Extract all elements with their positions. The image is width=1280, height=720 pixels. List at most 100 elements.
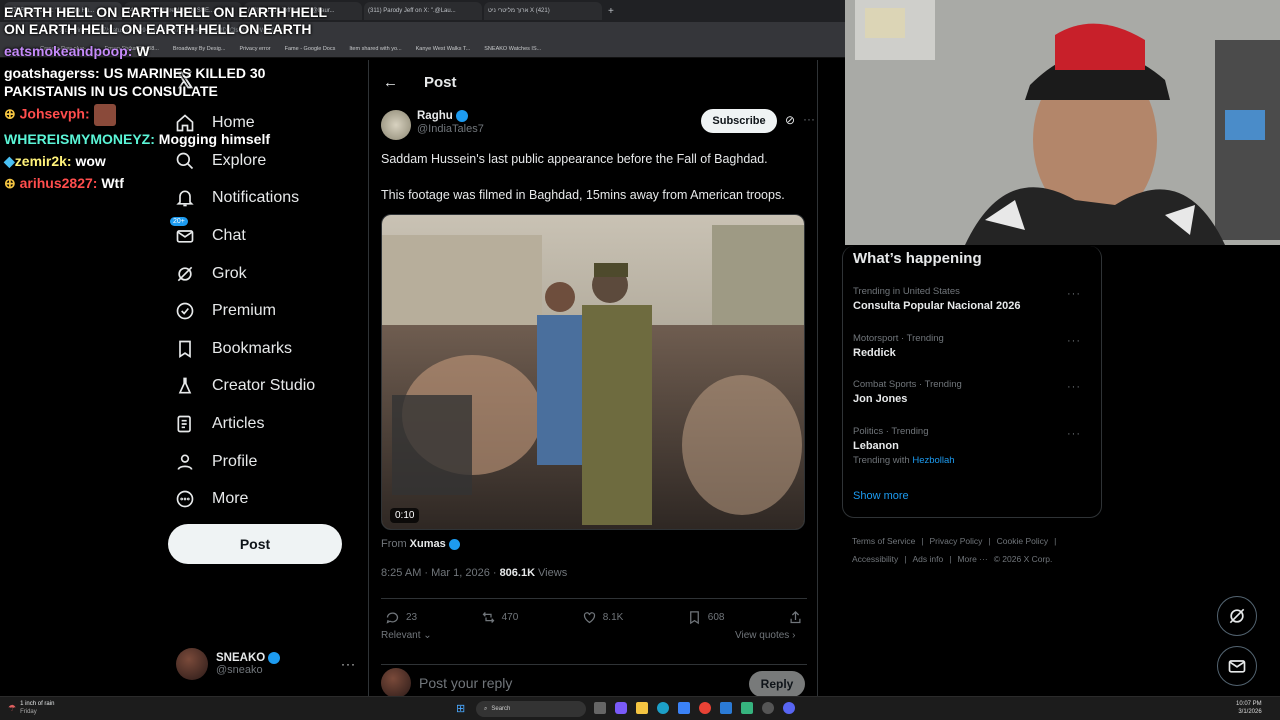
- clock-time: 10:07 PM: [1236, 701, 1262, 707]
- whats-happening-panel: What’s happening Trending in United Stat…: [842, 246, 1102, 518]
- sidebar-item-chat[interactable]: 20+ Chat: [170, 217, 246, 247]
- sidebar-item-grok[interactable]: Grok: [174, 263, 247, 285]
- chrome-icon[interactable]: [699, 702, 711, 714]
- bookmark-item[interactable]: SNEAKO Watches IS...: [484, 46, 541, 52]
- edge-icon[interactable]: [657, 702, 669, 714]
- search-icon: ⌕: [484, 705, 488, 712]
- chat-message: goatshagerss: US MARINES KILLED 30 PAKIS…: [4, 64, 334, 100]
- video-player[interactable]: 0:10: [381, 214, 805, 530]
- task-view-icon[interactable]: [594, 702, 606, 714]
- tweet-text-line: Saddam Hussein's last public appearance …: [381, 152, 768, 166]
- author-name[interactable]: Raghu: [417, 110, 453, 122]
- trend-name: Lebanon: [853, 440, 899, 452]
- footer-link[interactable]: Terms of Service: [852, 536, 915, 546]
- account-switcher[interactable]: SNEAKO @sneako ···: [176, 646, 356, 682]
- video-frame: [382, 215, 804, 529]
- system-clock[interactable]: 10:07 PM 3/1/2026: [1236, 700, 1262, 716]
- sidebar-item-label: Bookmarks: [212, 340, 293, 357]
- stream-chat-overlay: EARTH HELL ON EARTH HELL ON EARTH HELL O…: [4, 4, 334, 196]
- like-count: 8.1K: [602, 612, 624, 623]
- file-explorer-icon[interactable]: [636, 702, 648, 714]
- more-options-icon[interactable]: ···: [1067, 335, 1081, 347]
- bookmark-item[interactable]: Kanye West Walks T...: [416, 46, 471, 52]
- sidebar-item-premium[interactable]: Premium: [174, 300, 276, 322]
- footer-link[interactable]: Accessibility: [852, 554, 898, 564]
- windows-start-icon[interactable]: ⊞: [456, 702, 465, 715]
- author-handle[interactable]: @IndiaTales7: [417, 123, 484, 135]
- more-options-icon[interactable]: ···: [1067, 428, 1081, 440]
- messages-floating-button[interactable]: [1217, 646, 1257, 686]
- app-icon[interactable]: [720, 702, 732, 714]
- source-link[interactable]: Xumas: [410, 538, 446, 550]
- article-icon: [174, 413, 196, 435]
- bookmark-count: 608: [707, 612, 725, 623]
- browser-tab[interactable]: ארוך מליטרי ניט X (421): [484, 2, 602, 20]
- footer-link[interactable]: Cookie Policy: [997, 536, 1049, 546]
- weather-widget[interactable]: ☂ 1 inch of rain Friday: [8, 700, 54, 716]
- sidebar-item-more[interactable]: More: [174, 488, 248, 510]
- heart-icon: [583, 612, 595, 624]
- discord-icon[interactable]: [783, 702, 795, 714]
- new-tab-icon[interactable]: +: [608, 6, 614, 17]
- bookmark-item[interactable]: Item shared with yo...: [349, 46, 401, 52]
- grok-icon[interactable]: ⊘: [785, 113, 795, 127]
- footer-link[interactable]: Ads info: [913, 554, 944, 564]
- chat-badge-icon: ◆: [4, 153, 15, 169]
- profile-name: SNEAKO: [216, 652, 266, 664]
- trend-item[interactable]: Politics · Trending Lebanon Trending wit…: [853, 426, 1093, 466]
- reply-action[interactable]: 23: [385, 610, 417, 625]
- trend-item[interactable]: Motorsport · Trending Reddick ···: [853, 333, 1093, 359]
- avatar: [176, 648, 208, 680]
- copilot-icon[interactable]: [615, 702, 627, 714]
- more-options-icon[interactable]: ···: [1067, 381, 1081, 393]
- app-icon[interactable]: [762, 702, 774, 714]
- tab-label: ארוך מליטרי ניט X (421): [488, 8, 550, 14]
- grok-floating-button[interactable]: [1217, 596, 1257, 636]
- sidebar-item-profile[interactable]: Profile: [174, 451, 257, 473]
- more-options-icon[interactable]: ···: [1067, 288, 1081, 300]
- video-source: From Xumas: [381, 538, 460, 550]
- show-more-link[interactable]: Show more: [853, 490, 909, 502]
- sidebar-item-bookmarks[interactable]: Bookmarks: [174, 338, 292, 360]
- reply-icon: [386, 612, 399, 624]
- tweet-meta: 8:25 AM · Mar 1, 2026 · 806.1K Views: [381, 567, 567, 579]
- footer-link[interactable]: Privacy Policy: [930, 536, 983, 546]
- chat-emote-icon: [93, 104, 116, 126]
- sidebar-item-articles[interactable]: Articles: [174, 413, 264, 435]
- browser-tab[interactable]: (311) Parody Jeff on X: ".@Lau...: [364, 2, 482, 20]
- subscribe-button[interactable]: Subscribe: [701, 109, 777, 133]
- more-options-icon[interactable]: ···: [341, 657, 356, 671]
- reply-button[interactable]: Reply: [749, 671, 805, 697]
- store-icon[interactable]: [678, 702, 690, 714]
- sidebar-item-creator-studio[interactable]: Creator Studio: [174, 375, 315, 397]
- chat-badge-icon: ⊕: [4, 105, 16, 122]
- person-icon: [174, 451, 196, 473]
- trend-item[interactable]: Combat Sports · Trending Jon Jones ···: [853, 379, 1093, 405]
- share-action[interactable]: [788, 610, 803, 625]
- rain-icon: ☂: [8, 702, 17, 713]
- sidebar-item-label: More: [212, 490, 249, 507]
- taskbar-search[interactable]: ⌕ Search: [476, 701, 586, 717]
- chat-banner: EARTH HELL ON EARTH HELL ON EARTH HELL O…: [4, 4, 327, 37]
- sidebar-item-label: Articles: [212, 415, 265, 432]
- reply-input[interactable]: Post your reply: [419, 675, 512, 691]
- post-button[interactable]: Post: [168, 524, 342, 564]
- bookmark-action[interactable]: 608: [687, 610, 725, 625]
- repost-action[interactable]: 470: [481, 610, 518, 625]
- clock-date: 3/1/2026: [1238, 709, 1262, 715]
- footer-link[interactable]: More ···: [957, 554, 987, 564]
- app-icon[interactable]: [741, 702, 753, 714]
- back-arrow-icon[interactable]: ←: [383, 74, 398, 91]
- chat-text: W: [136, 43, 150, 59]
- chat-text: wow: [75, 153, 106, 169]
- like-action[interactable]: 8.1K: [582, 610, 624, 625]
- author-avatar[interactable]: [381, 110, 411, 140]
- trend-item[interactable]: Trending in United States Consulta Popul…: [853, 286, 1093, 312]
- reply-sort-dropdown[interactable]: Relevant ⌄: [381, 630, 432, 641]
- views-count: 806.1K: [499, 567, 536, 579]
- tweet-timestamp[interactable]: 8:25 AM · Mar 1, 2026 ·: [381, 567, 497, 579]
- more-options-icon[interactable]: ···: [803, 112, 815, 126]
- trend-related-link[interactable]: Hezbollah: [912, 455, 954, 466]
- view-quotes-link[interactable]: View quotes ›: [735, 630, 795, 641]
- sidebar-item-label: Profile: [212, 453, 258, 470]
